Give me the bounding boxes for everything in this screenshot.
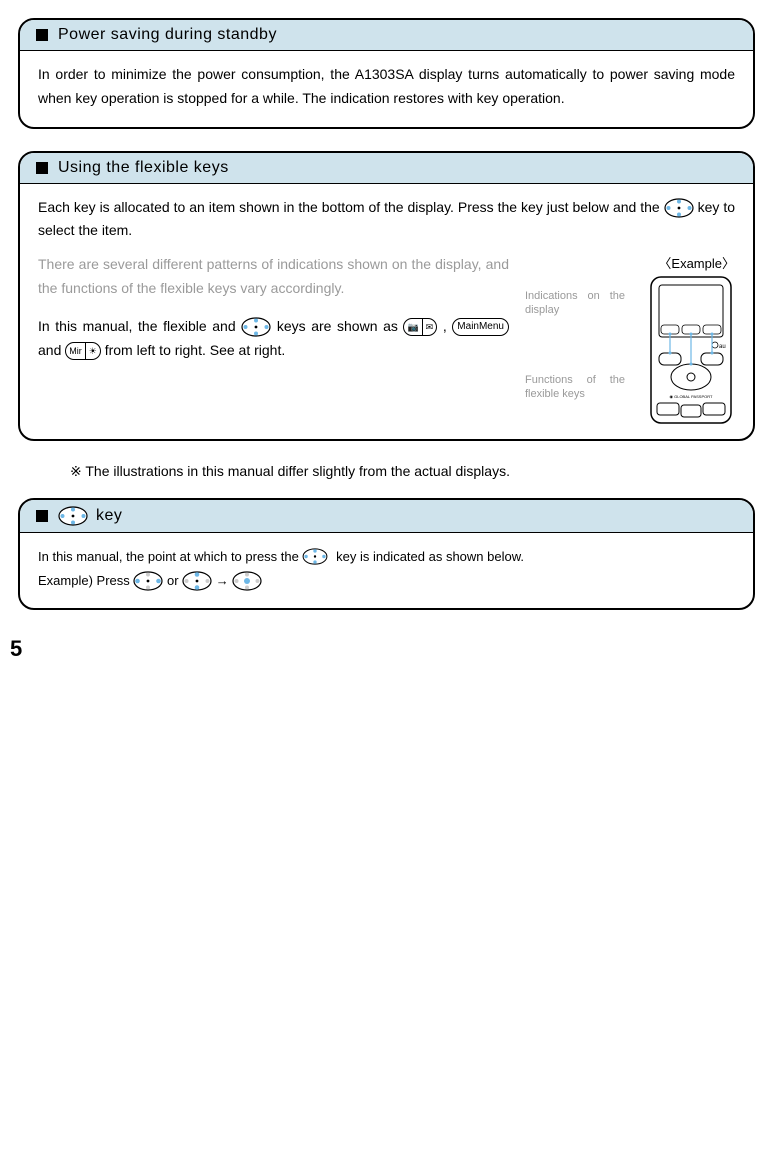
card-title: Using the flexible keys bbox=[58, 159, 229, 177]
text: keys are shown as bbox=[277, 318, 404, 334]
card-header: Using the flexible keys bbox=[20, 153, 753, 184]
text: key is indicated as shown below. bbox=[336, 549, 524, 564]
bullet-icon bbox=[36, 510, 48, 522]
note-line: ※ The illustrations in this manual diffe… bbox=[70, 463, 755, 480]
gray-note: There are several different patterns of … bbox=[38, 253, 509, 301]
nav-key-icon bbox=[241, 317, 271, 337]
card-title: key bbox=[96, 507, 122, 525]
card-header: Power saving during standby bbox=[20, 20, 753, 51]
text: from left to right. See at right. bbox=[105, 342, 286, 358]
bullet-icon bbox=[36, 29, 48, 41]
annotation-functions: Functions of the flexible keys bbox=[525, 373, 625, 402]
annotation-indications: Indications on the display bbox=[525, 289, 625, 318]
card-nav-key: key In this manual, the point at which t… bbox=[18, 498, 755, 610]
line2: Example) Press or bbox=[38, 569, 735, 592]
text: and bbox=[38, 342, 65, 358]
manual-line: In this manual, the flexible and keys ar… bbox=[38, 315, 509, 363]
pill-part: ✉ bbox=[423, 319, 437, 335]
softkey-left-icon: 📷 ✉ bbox=[403, 318, 437, 336]
card-body: In order to minimize the power consumpti… bbox=[20, 51, 753, 127]
pill-part: ☀ bbox=[86, 343, 100, 359]
card-header: key bbox=[20, 500, 753, 533]
card-body: In this manual, the point at which to pr… bbox=[20, 533, 753, 608]
text: or bbox=[167, 573, 182, 588]
nav-key-up-down-icon bbox=[182, 571, 212, 591]
page-number: 5 bbox=[10, 636, 22, 662]
text: Each key is allocated to an item shown i… bbox=[38, 199, 664, 215]
bullet-icon bbox=[36, 162, 48, 174]
text: , bbox=[443, 318, 452, 334]
softkey-right-icon: Mir ☀ bbox=[65, 342, 101, 360]
line1: In this manual, the point at which to pr… bbox=[38, 545, 735, 568]
intro-line: Each key is allocated to an item shown i… bbox=[38, 196, 735, 244]
nav-key-center-icon bbox=[232, 571, 262, 591]
pill-part: Mir bbox=[66, 343, 86, 359]
text: Example) Press bbox=[38, 573, 133, 588]
flex-layout: There are several different patterns of … bbox=[38, 253, 735, 423]
svg-text:◉ GLOBAL PASSPORT: ◉ GLOBAL PASSPORT bbox=[670, 394, 714, 399]
pill-part: 📷 bbox=[404, 319, 422, 335]
nav-key-icon bbox=[58, 506, 88, 526]
example-label: 〈Example〉 bbox=[525, 253, 735, 275]
flex-aside: 〈Example〉 Indications on the display Fun… bbox=[525, 253, 735, 423]
header-icon-wrap: key bbox=[58, 506, 122, 526]
nav-key-left-right-icon bbox=[133, 571, 163, 591]
softkey-center-icon: MainMenu bbox=[452, 318, 509, 336]
body-text: In order to minimize the power consumpti… bbox=[38, 66, 735, 106]
svg-text:au: au bbox=[719, 344, 726, 350]
text: In this manual, the flexible and bbox=[38, 318, 241, 334]
nav-key-icon bbox=[664, 198, 694, 218]
card-power-saving: Power saving during standby In order to … bbox=[18, 18, 755, 129]
phone-illustration: au ◉ GLOBAL PASSPORT bbox=[647, 275, 735, 432]
flex-text-col: There are several different patterns of … bbox=[38, 253, 509, 423]
card-body: Each key is allocated to an item shown i… bbox=[20, 184, 753, 440]
arrow-text: → bbox=[216, 573, 233, 588]
nav-key-icon bbox=[302, 548, 332, 568]
card-title: Power saving during standby bbox=[58, 26, 277, 44]
text: In this manual, the point at which to pr… bbox=[38, 549, 302, 564]
card-flexible-keys: Using the flexible keys Each key is allo… bbox=[18, 151, 755, 442]
